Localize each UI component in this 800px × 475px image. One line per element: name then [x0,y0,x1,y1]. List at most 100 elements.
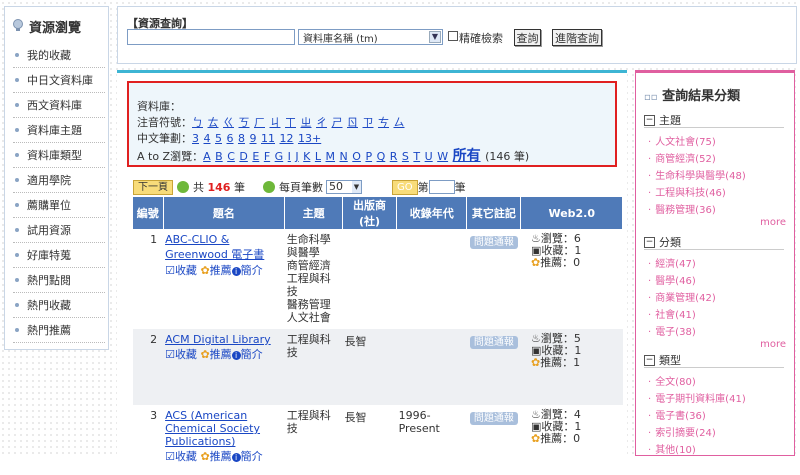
stroke-link[interactable]: 6 [227,132,234,145]
facet-item-link[interactable]: 其他(10) [655,445,696,456]
intro-action[interactable]: i 簡介 [231,348,263,361]
search-input[interactable] [127,29,295,45]
next-page-button[interactable]: 下一頁 [133,179,173,195]
zhuyin-link[interactable]: ㄏ [254,116,265,129]
facet-item[interactable]: · 經濟(47) [648,255,696,270]
sidebar-item[interactable]: 資料庫主題 [13,118,105,143]
sidebar-item[interactable]: 好庫特蒐 [13,243,105,268]
facet-group-header[interactable]: − 分類 [644,235,784,250]
sidebar-item[interactable]: 適用學院 [13,168,105,193]
facet-item[interactable]: · 人文社會(75) [648,133,716,148]
recommend-action[interactable]: ✿推薦 [200,264,231,277]
collapse-icon[interactable]: − [644,114,655,126]
stroke-link[interactable]: 9 [250,132,257,145]
page-input[interactable] [428,180,455,194]
facet-item[interactable]: · 其他(10) [648,441,696,456]
az-letter-link[interactable]: S [402,150,409,163]
sidebar-item[interactable]: 熱門推薦 [13,318,105,343]
az-letter-link[interactable]: U [425,150,433,163]
az-letter-link[interactable]: O [352,150,361,163]
zhuyin-link[interactable]: ㄎ [239,116,250,129]
precise-search-checkbox[interactable] [448,31,458,41]
az-letter-link[interactable]: R [390,150,398,163]
chevron-down-icon[interactable]: ▼ [351,181,361,193]
az-letter-link[interactable]: A [203,150,211,163]
sidebar-item[interactable]: 熱門點閱 [13,268,105,293]
facet-item-link[interactable]: 索引摘要(24) [655,428,716,439]
database-title-link[interactable]: ABC-CLIO & Greenwood 電子書 [165,233,264,261]
search-field-select[interactable]: 資料庫名稱 (tm) ▼ [298,29,443,45]
az-letter-link[interactable]: C [227,150,235,163]
facet-item-link[interactable]: 生命科學與醫學(48) [655,171,746,182]
az-letter-link[interactable]: Q [377,150,386,163]
report-problem-button[interactable]: 問題通報 [469,236,518,249]
stroke-link[interactable]: 3 [192,132,199,145]
facet-item[interactable]: · 醫務管理(36) [648,201,716,216]
sidebar-item[interactable]: 中日文資料庫 [13,68,105,93]
zhuyin-link[interactable]: ㄕ [332,116,343,129]
sidebar-item[interactable]: 西文資料庫 [13,93,105,118]
zhuyin-link[interactable]: ㄐ [270,116,281,129]
sidebar-item[interactable]: 薦購單位 [13,193,105,218]
facet-item[interactable]: · 商管經濟(52) [648,150,716,165]
collect-action[interactable]: ☑收藏 [165,450,197,463]
report-problem-button[interactable]: 問題通報 [469,412,518,425]
az-letter-link[interactable]: M [326,150,336,163]
zhuyin-link[interactable]: ㄖ [347,116,358,129]
facet-item[interactable]: · 社會(41) [648,306,696,321]
collapse-icon[interactable]: − [644,236,655,248]
advanced-search-button[interactable]: 進階查詢 [552,29,602,46]
facet-item[interactable]: · 電子(38) [648,323,696,338]
per-page-select[interactable]: 50 ▼ [325,180,362,194]
stroke-link[interactable]: 8 [238,132,245,145]
az-letter-link[interactable]: P [365,150,372,163]
stroke-link[interactable]: 4 [204,132,211,145]
sidebar-item[interactable]: 試用資源 [13,218,105,243]
search-button[interactable]: 查詢 [514,29,541,46]
all-databases-link[interactable]: 所有 [453,148,481,164]
intro-action[interactable]: i 簡介 [231,450,263,463]
facet-item-link[interactable]: 人文社會(75) [655,137,716,148]
zhuyin-link[interactable]: ㄓ [301,116,312,129]
intro-action[interactable]: i 簡介 [231,264,263,277]
az-letter-link[interactable]: I [288,150,291,163]
facet-group-header[interactable]: − 類型 [644,353,784,368]
az-letter-link[interactable]: L [315,150,321,163]
az-letter-link[interactable]: T [413,150,420,163]
zhuyin-link[interactable]: ㄍ [223,116,234,129]
zhuyin-link[interactable]: ㄅ [192,116,203,129]
collect-action[interactable]: ☑收藏 [165,348,197,361]
recommend-action[interactable]: ✿推薦 [200,348,231,361]
sidebar-item[interactable]: 熱門收藏 [13,293,105,318]
facet-item[interactable]: · 商業管理(42) [648,289,716,304]
collapse-icon[interactable]: − [644,354,655,366]
stroke-link[interactable]: 11 [261,132,275,145]
chevron-down-icon[interactable]: ▼ [429,31,441,43]
stroke-link[interactable]: 13+ [298,132,321,145]
zhuyin-link[interactable]: ㄒ [285,116,296,129]
collect-action[interactable]: ☑收藏 [165,264,197,277]
stroke-link[interactable]: 12 [280,132,294,145]
sidebar-item[interactable]: 我的收藏 [13,43,105,68]
report-problem-button[interactable]: 問題通報 [469,336,518,349]
facet-group-header[interactable]: − 主題 [644,113,784,128]
recommend-action[interactable]: ✿推薦 [200,450,231,463]
az-letter-link[interactable]: E [252,150,259,163]
more-link[interactable]: more [760,217,786,228]
facet-item-link[interactable]: 商管經濟(52) [655,154,716,165]
facet-item[interactable]: · 索引摘要(24) [648,424,716,439]
facet-item[interactable]: · 工程與科技(46) [648,184,726,199]
zhuyin-link[interactable]: ㄊ [208,116,219,129]
zhuyin-link[interactable]: ㄗ [363,116,374,129]
zhuyin-link[interactable]: ㄔ [316,116,327,129]
facet-item-link[interactable]: 電子期刊資料庫(41) [655,394,746,405]
database-title-link[interactable]: ACS (American Chemical Society Publicati… [165,409,260,448]
facet-item-link[interactable]: 醫務管理(36) [655,205,716,216]
facet-item-link[interactable]: 工程與科技(46) [655,188,726,199]
az-letter-link[interactable]: W [437,150,448,163]
facet-item-link[interactable]: 醫學(46) [655,276,696,287]
az-letter-link[interactable]: K [303,150,310,163]
go-button[interactable]: GO [391,179,418,195]
facet-item[interactable]: · 電子書(36) [648,407,706,422]
az-letter-link[interactable]: N [340,150,348,163]
